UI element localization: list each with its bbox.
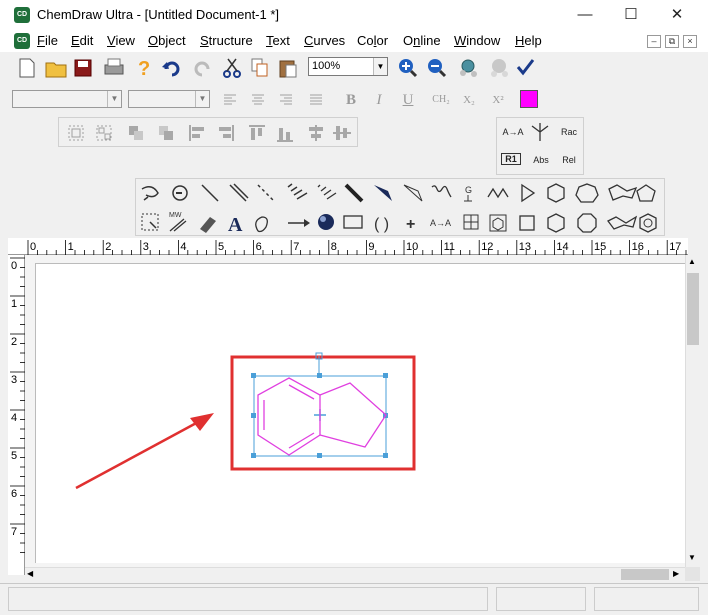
scroll-left-arrow[interactable]: ◀ [27,569,33,578]
horizontal-scrollbar[interactable]: ◀ ▶ [25,567,685,581]
vertical-scrollbar[interactable]: ▲ ▼ [685,255,700,567]
molecule-structure[interactable] [257,377,387,456]
resize-handle[interactable] [251,413,256,418]
scroll-down-arrow[interactable]: ▼ [688,553,696,562]
pointer-arrow [75,413,214,490]
annotation-layer [75,352,416,490]
resize-handle[interactable] [317,453,322,458]
status-bar [0,583,708,615]
scroll-corner [685,567,700,581]
status-pane-3 [594,587,699,611]
horizontal-scroll-thumb[interactable] [621,569,669,580]
scroll-right-arrow[interactable]: ▶ [673,569,679,578]
resize-handle[interactable] [251,453,256,458]
status-pane-2 [496,587,586,611]
resize-handle[interactable] [383,373,388,378]
scroll-up-arrow[interactable]: ▲ [688,257,696,266]
resize-handle[interactable] [317,373,322,378]
resize-handle[interactable] [251,373,256,378]
status-pane-main [8,587,488,611]
vertical-scroll-thumb[interactable] [687,273,699,345]
resize-handle[interactable] [383,453,388,458]
